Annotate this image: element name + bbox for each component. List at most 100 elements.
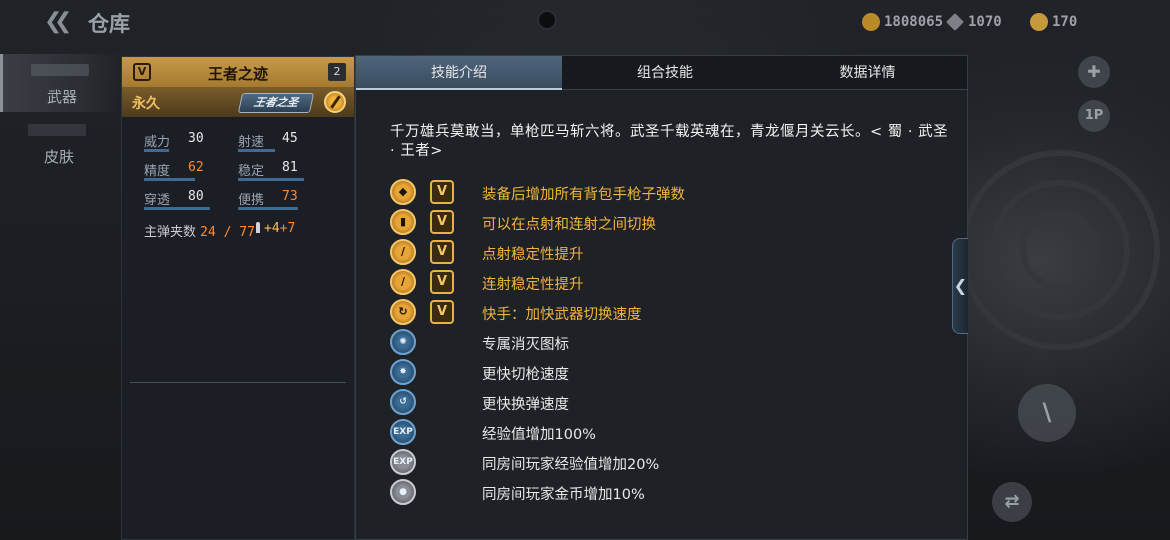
page-title: 仓库: [88, 12, 130, 36]
skill-text: 经验值增加100%: [482, 427, 596, 443]
tab-skill-intro[interactable]: 技能介绍: [356, 56, 562, 90]
tab-bar: 技能介绍 组合技能 数据详情: [356, 56, 967, 90]
rifle-icon: [28, 124, 86, 136]
skill-text: 可以在点射和连射之间切换: [482, 217, 656, 233]
skill-text: 同房间玩家经验值增加20%: [482, 457, 660, 473]
currency-gold[interactable]: 1808065: [862, 12, 943, 32]
stat-bar: [144, 149, 169, 152]
swap-speed-icon: ✸: [390, 359, 416, 385]
nav-item-label: 武器: [47, 88, 78, 106]
rank-badge: V: [430, 270, 454, 294]
skill-text: 更快换弹速度: [482, 397, 569, 413]
bullet-icon: [256, 222, 260, 233]
stat-bar: [144, 178, 195, 181]
rank-badge: V: [430, 180, 454, 204]
gold-coin-icon: [862, 13, 880, 31]
single-shot-icon: ∕: [390, 239, 416, 265]
skill-item: ✸ 更快切枪速度: [390, 358, 950, 386]
knife-icon: ∖: [1038, 399, 1056, 427]
tab-data-details[interactable]: 数据详情: [768, 56, 967, 90]
view-label: 1P: [1084, 108, 1104, 123]
swap-icon: ⇄: [1004, 491, 1020, 512]
currency-value: 170: [1052, 14, 1078, 30]
room-coin-icon: ●: [390, 479, 416, 505]
divider: [130, 382, 346, 383]
skill-item: EXP 经验值增加100%: [390, 418, 950, 446]
skill-text: 专属消灭图标: [482, 337, 569, 353]
weapon-description: 千万雄兵莫敢当，单枪匹马斩六将。武圣千载英魂在，青龙偃月关云长。< 蜀 · 武圣…: [390, 124, 949, 159]
rank-badge: V: [430, 240, 454, 264]
currency-diamond[interactable]: 1070: [946, 12, 1002, 32]
status-dot: [537, 10, 557, 30]
stat-label: 精度: [144, 164, 171, 179]
collapse-handle[interactable]: ❮: [952, 238, 968, 334]
target-ring: [1020, 210, 1100, 290]
stat-label: 射速: [238, 135, 265, 150]
burst-shot-icon: ∕: [390, 269, 416, 295]
stat-value: 80: [188, 189, 204, 204]
stat-stability: 稳定 81: [238, 160, 328, 182]
skill-item: ↻ V 快手：加快武器切换速度: [390, 298, 950, 326]
stat-value: 45: [282, 131, 298, 146]
melee-button[interactable]: ∖: [1018, 384, 1076, 442]
currency-value: 1808065: [884, 14, 944, 30]
detail-panel: 技能介绍 组合技能 数据详情 千万雄兵莫敢当，单枪匹马斩六将。武圣千载英魂在，青…: [355, 55, 968, 540]
ammo-bonus-1: +4: [264, 221, 280, 236]
skill-text: 快手：加快武器切换速度: [482, 307, 642, 323]
weapon-count-badge: 2: [328, 63, 346, 81]
coin-icon[interactable]: [324, 91, 346, 113]
stat-penetration: 穿透 80: [144, 189, 234, 211]
chevron-left-icon: ❮: [953, 276, 968, 295]
stat-bar: [238, 207, 298, 210]
rank-badge: V: [430, 300, 454, 324]
skill-item: ▮ V 可以在点射和连射之间切换: [390, 208, 950, 236]
skill-text: 同房间玩家金币增加10%: [482, 487, 645, 503]
stat-bar: [144, 207, 210, 210]
settings-button[interactable]: ✚: [1078, 56, 1110, 88]
quick-hand-icon: ↻: [390, 299, 416, 325]
skill-item: ↺ 更快换弹速度: [390, 388, 950, 416]
diamond-icon: [946, 13, 964, 31]
stat-firerate: 射速 45: [238, 131, 328, 153]
currency-token[interactable]: 170: [1030, 12, 1077, 32]
ammo-label: 主弹夹数: [144, 225, 197, 240]
category-nav: 武器 皮肤: [0, 54, 122, 174]
skill-text: 点射稳定性提升: [482, 247, 584, 263]
view-toggle-button[interactable]: 1P: [1078, 100, 1110, 132]
stat-power: 威力 30: [144, 131, 234, 153]
stat-value: 30: [188, 131, 204, 146]
nav-item-label: 皮肤: [44, 148, 75, 166]
kill-mark-icon: ✺: [390, 329, 416, 355]
dpad-icon: ✚: [1087, 62, 1101, 81]
stat-value: 81: [282, 160, 298, 175]
weapon-name: 王者之迹: [207, 65, 268, 83]
stat-label: 穿透: [144, 193, 171, 208]
skill-text: 更快切枪速度: [482, 367, 569, 383]
rifle-icon: [31, 64, 89, 76]
skill-item: ● 同房间玩家金币增加10%: [390, 478, 950, 506]
room-exp-icon: EXP: [390, 449, 416, 475]
skill-item: ◆ V 装备后增加所有背包手枪子弹数: [390, 178, 950, 206]
skill-text: 连射稳定性提升: [482, 277, 584, 293]
reload-speed-icon: ↺: [390, 389, 416, 415]
token-icon: [1030, 13, 1048, 31]
rank-badge: V: [430, 210, 454, 234]
stat-portability: 便携 73: [238, 189, 328, 211]
nav-item-weapons[interactable]: 武器: [0, 54, 122, 112]
tab-combo-skills[interactable]: 组合技能: [562, 56, 768, 90]
skill-item: ✺ 专属消灭图标: [390, 328, 950, 356]
fire-mode-icon: ▮: [390, 209, 416, 235]
back-button[interactable]: ❮ ❮: [44, 10, 74, 34]
skill-text: 装备后增加所有背包手枪子弹数: [482, 187, 685, 203]
pistol-icon: ◆: [390, 179, 416, 205]
ammo-info: 主弹夹数 24 / 77 +4+7: [144, 221, 295, 240]
switch-weapon-button[interactable]: ⇄: [992, 482, 1032, 522]
skill-item: ∕ V 连射稳定性提升: [390, 268, 950, 296]
stat-accuracy: 精度 62: [144, 160, 234, 182]
ammo-bonus: +4+7: [256, 221, 295, 236]
top-bar: ❮ ❮ 仓库 1808065 1070 170: [0, 0, 1170, 44]
ammo-value: 24 / 77: [200, 225, 255, 240]
nav-item-skins[interactable]: 皮肤: [0, 114, 122, 172]
currency-value: 1070: [968, 14, 1002, 30]
stat-value: 62: [188, 160, 204, 175]
